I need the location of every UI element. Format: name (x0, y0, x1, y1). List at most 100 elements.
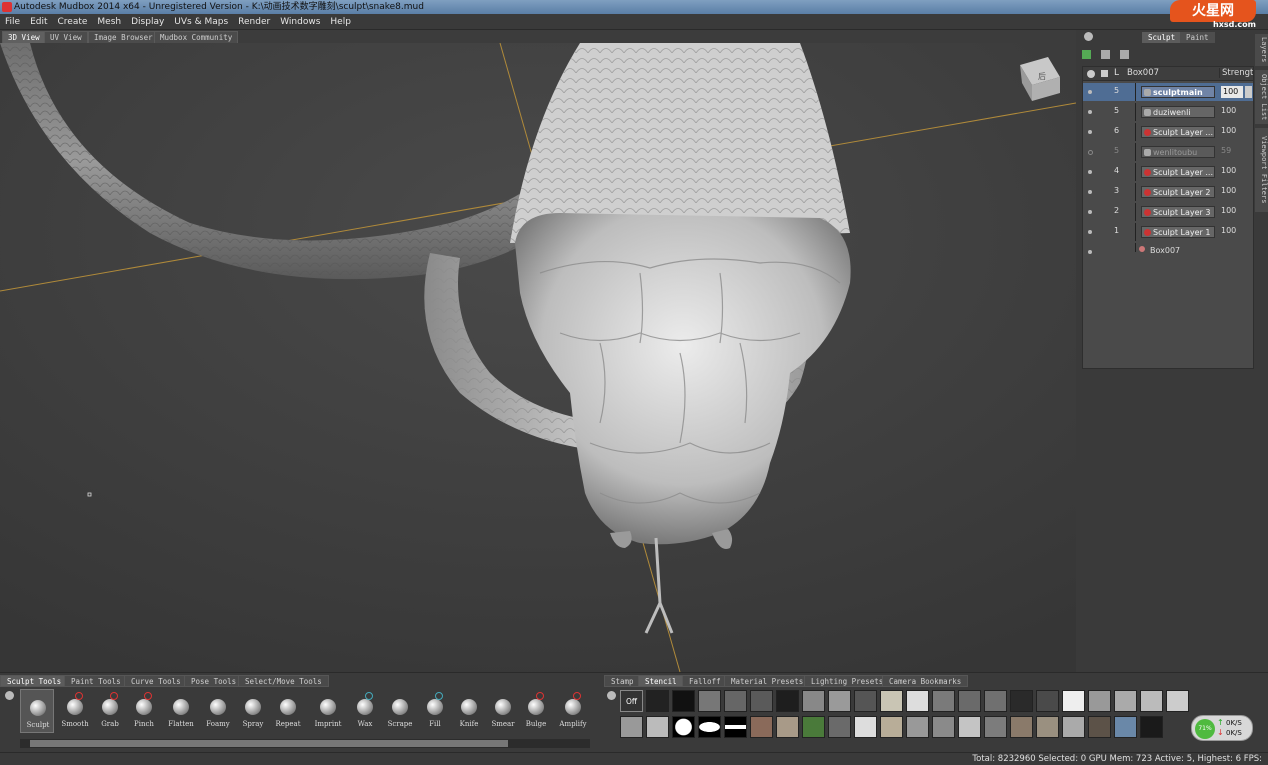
tool-grab[interactable]: Grab (93, 689, 127, 733)
stencil-thumb[interactable] (672, 716, 695, 738)
stencil-thumb[interactable] (1010, 690, 1033, 712)
menu-display[interactable]: Display (126, 14, 169, 30)
layer-strength[interactable]: 100 (1221, 126, 1236, 135)
side-tab-viewport-filters[interactable]: Viewport Filters (1255, 128, 1268, 212)
tab-camera-bookmarks[interactable]: Camera Bookmarks (882, 675, 969, 687)
tab-mudbox-community[interactable]: Mudbox Community (154, 31, 239, 43)
tab-material-presets[interactable]: Material Presets (724, 675, 811, 687)
strength-slider-icon[interactable] (1245, 86, 1252, 98)
stencil-menu-icon[interactable] (607, 691, 616, 700)
stencil-thumb[interactable] (1036, 716, 1059, 738)
layer-row-sculpt-layer-1[interactable]: 1 Sculpt Layer 1 100 (1083, 223, 1253, 241)
stencil-thumb[interactable] (1010, 716, 1033, 738)
layer-visibility-dot[interactable] (1088, 230, 1092, 234)
layer-name[interactable]: Sculpt Layer 3 (1141, 206, 1215, 218)
tab-sculpt[interactable]: Sculpt (1142, 32, 1182, 43)
tab-lighting-presets[interactable]: Lighting Presets (804, 675, 891, 687)
stencil-thumb[interactable] (646, 716, 669, 738)
stencil-thumb[interactable] (724, 690, 747, 712)
stencil-thumb[interactable] (880, 716, 903, 738)
tab-paint-tools[interactable]: Paint Tools (64, 675, 128, 687)
tool-flatten[interactable]: Flatten (164, 689, 198, 733)
tool-sculpt[interactable]: Sculpt (20, 689, 54, 733)
tool-bulge[interactable]: Bulge (519, 689, 553, 733)
3d-viewport[interactable]: 后 (0, 43, 1076, 672)
stencil-thumb[interactable] (958, 690, 981, 712)
stencil-thumb[interactable] (828, 690, 851, 712)
layer-name[interactable]: Sculpt Layer ... (1141, 166, 1215, 178)
stencil-thumb[interactable] (828, 716, 851, 738)
tab-image-browser[interactable]: Image Browser (88, 31, 159, 43)
layer-strength[interactable]: 100 (1221, 106, 1236, 115)
stencil-thumb[interactable] (906, 690, 929, 712)
tab-curve-tools[interactable]: Curve Tools (124, 675, 188, 687)
layer-row-sculpt-layer-2[interactable]: 3 Sculpt Layer 2 100 (1083, 183, 1253, 201)
layer-row-duziwenli[interactable]: 5 duziwenli 100 (1083, 103, 1253, 121)
menu-edit[interactable]: Edit (25, 14, 52, 30)
layer-visibility-dot[interactable] (1088, 250, 1092, 254)
layer-visibility-dot[interactable] (1088, 90, 1092, 94)
stencil-thumb[interactable] (1140, 716, 1163, 738)
layer-strength[interactable]: 100 (1221, 206, 1236, 215)
stencil-off[interactable]: Off (620, 690, 643, 712)
delete-layer-icon[interactable] (1101, 50, 1110, 59)
menu-uvs-maps[interactable]: UVs & Maps (169, 14, 233, 30)
layer-name[interactable]: Sculpt Layer 1 (1141, 226, 1215, 238)
tool-spray[interactable]: Spray (236, 689, 270, 733)
stencil-thumb[interactable] (620, 716, 643, 738)
tool-shelf-scrollbar[interactable] (20, 739, 590, 748)
layer-visibility-dot[interactable] (1088, 110, 1092, 114)
stencil-thumb[interactable] (984, 716, 1007, 738)
tab-sculpt-tools[interactable]: Sculpt Tools (0, 675, 69, 687)
tab-stamp[interactable]: Stamp (604, 675, 641, 687)
stencil-thumb[interactable] (750, 690, 773, 712)
stencil-thumb[interactable] (1114, 690, 1137, 712)
stencil-thumb[interactable] (646, 690, 669, 712)
visibility-eye-icon[interactable] (1087, 70, 1095, 78)
panel-menu-icon[interactable] (1084, 32, 1093, 41)
menu-render[interactable]: Render (233, 14, 275, 30)
stencil-thumb[interactable] (984, 690, 1007, 712)
tab-stencil[interactable]: Stencil (638, 675, 684, 687)
layer-visibility-dot[interactable] (1088, 210, 1092, 214)
stencil-thumb[interactable] (1062, 690, 1085, 712)
layer-row-sculpt-layer-3[interactable]: 2 Sculpt Layer 3 100 (1083, 203, 1253, 221)
stencil-thumb[interactable] (1166, 690, 1189, 712)
layer-row-sculpt-layer-b[interactable]: 4 Sculpt Layer ... 100 (1083, 163, 1253, 181)
stencil-thumb[interactable] (1036, 690, 1059, 712)
tool-imprint[interactable]: Imprint (311, 689, 345, 733)
tray-menu-icon[interactable] (5, 691, 14, 700)
stencil-thumb[interactable] (880, 690, 903, 712)
stencil-thumb[interactable] (932, 690, 955, 712)
side-tab-layers[interactable]: Layers (1255, 34, 1268, 66)
stencil-thumb[interactable] (1088, 690, 1111, 712)
tab-pose-tools[interactable]: Pose Tools (184, 675, 244, 687)
tool-scrape[interactable]: Scrape (383, 689, 417, 733)
stencil-thumb[interactable] (1088, 716, 1111, 738)
tool-foamy[interactable]: Foamy (201, 689, 235, 733)
stencil-thumb[interactable] (802, 716, 825, 738)
menu-create[interactable]: Create (53, 14, 93, 30)
layer-strength[interactable]: 59 (1221, 146, 1231, 155)
layer-visibility-dot[interactable] (1088, 150, 1093, 155)
stencil-thumb[interactable] (1114, 716, 1137, 738)
menu-file[interactable]: File (0, 14, 25, 30)
new-layer-icon[interactable] (1082, 50, 1091, 59)
layer-visibility-dot[interactable] (1088, 170, 1092, 174)
stencil-thumb[interactable] (932, 716, 955, 738)
menu-windows[interactable]: Windows (275, 14, 325, 30)
layer-options-icon[interactable] (1120, 50, 1129, 59)
stencil-thumb[interactable] (776, 690, 799, 712)
lock-icon[interactable] (1101, 70, 1108, 77)
layer-name[interactable]: wenlitoubu (1141, 146, 1215, 158)
tab-paint[interactable]: Paint (1180, 32, 1215, 43)
stencil-thumb[interactable] (672, 690, 695, 712)
layer-strength[interactable]: 100 (1221, 166, 1236, 175)
menu-help[interactable]: Help (325, 14, 356, 30)
layer-row-sculptmain[interactable]: 5 sculptmain 100 (1083, 83, 1253, 101)
tab-3d-view[interactable]: 3D View (2, 31, 46, 43)
tab-select-move-tools[interactable]: Select/Move Tools (238, 675, 329, 687)
stencil-thumb[interactable] (776, 716, 799, 738)
tool-amplify[interactable]: Amplify (556, 689, 590, 733)
tool-pinch[interactable]: Pinch (127, 689, 161, 733)
